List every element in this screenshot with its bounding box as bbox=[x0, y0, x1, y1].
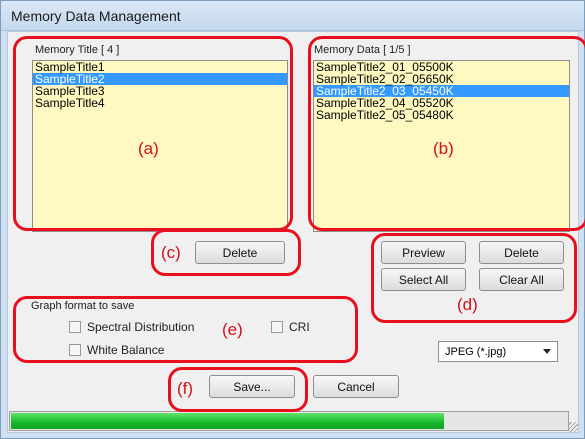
cancel-button[interactable]: Cancel bbox=[313, 375, 399, 398]
progress-bar bbox=[9, 411, 569, 431]
annotation-a: (a) bbox=[138, 139, 159, 158]
annotation-d: (d) bbox=[457, 295, 478, 314]
title-bar: Memory Data Management bbox=[1, 1, 584, 31]
image-format-value: JPEG (*.jpg) bbox=[445, 345, 507, 358]
image-format-select[interactable]: JPEG (*.jpg) bbox=[438, 341, 558, 362]
callout-a bbox=[13, 36, 293, 231]
annotation-b: (b) bbox=[433, 139, 454, 158]
callout-b bbox=[308, 36, 585, 231]
annotation-e: (e) bbox=[222, 320, 243, 339]
window-title: Memory Data Management bbox=[11, 8, 181, 24]
memory-data-dialog: Memory Data Management Memory Title [ 4 … bbox=[0, 0, 585, 439]
resize-grip-icon[interactable] bbox=[568, 422, 578, 432]
annotation-c: (c) bbox=[161, 243, 181, 262]
callout-e bbox=[13, 296, 358, 363]
progress-fill bbox=[11, 413, 445, 429]
chevron-down-icon bbox=[543, 349, 551, 354]
annotation-f: (f) bbox=[177, 379, 194, 398]
